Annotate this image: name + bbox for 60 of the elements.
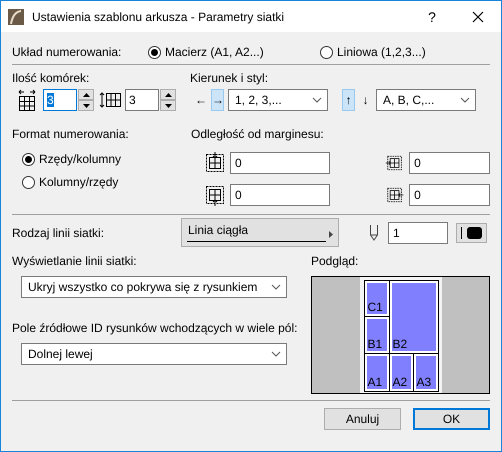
columns-grid-icon: [18, 89, 36, 111]
up-triangle-icon: [164, 92, 172, 96]
section-label: Format numerowania:: [12, 127, 130, 142]
style-dropdown[interactable]: A, B, C,...: [376, 89, 476, 111]
preview-cell: C1: [364, 280, 390, 317]
spin-up-button[interactable]: [160, 89, 176, 100]
dialog-button[interactable]: OK: [413, 408, 490, 430]
line-type-button[interactable]: Linia ciągła: [181, 218, 339, 247]
grid-display-dropdown[interactable]: Ukryj wszystko co pokrywa się z rysunkiem: [21, 276, 287, 298]
preview-cell: B2: [388, 280, 438, 354]
source-field-dropdown[interactable]: Dolnej lewej: [21, 343, 287, 365]
field-label: Układ numerowania:: [12, 45, 122, 59]
field-label: Wyświetlanie linii siatki:: [12, 254, 138, 269]
dialog-button[interactable]: Anuluj: [324, 408, 401, 430]
down-triangle-icon: [164, 104, 172, 108]
preview-cell: B1: [364, 316, 390, 354]
input-field[interactable]: 1: [388, 222, 448, 244]
spin-down-button[interactable]: [160, 100, 176, 111]
radio-button[interactable]: Kolumny/rzędy: [22, 171, 118, 193]
direction-toggle[interactable]: →: [211, 89, 224, 111]
spin-down-button[interactable]: [78, 100, 94, 111]
radio-button[interactable]: Macierz (A1, A2...): [148, 45, 320, 59]
window-title: Ustawienia szablonu arkusza - Parametry siatki: [32, 10, 284, 24]
down-triangle-icon: [82, 104, 90, 108]
chevron-down-icon: [460, 97, 470, 103]
section-label: Podgląd:: [311, 254, 360, 269]
close-icon: [472, 10, 484, 22]
field-label: Pole źródłowe ID rysunków wchodzących w wiele pól:: [12, 321, 298, 336]
radio-button[interactable]: Liniowa (1,2,3...): [320, 45, 426, 59]
direction-toggle[interactable]: ←: [194, 89, 207, 111]
section-label: Ilość komórek:: [12, 71, 90, 86]
section-label: Kierunek i styl:: [190, 71, 270, 86]
chevron-down-icon: [312, 97, 322, 103]
margin-top-icon: [203, 151, 227, 175]
input-field[interactable]: 0: [409, 152, 490, 174]
preview-cell: A2: [388, 353, 414, 392]
rows-grid-icon: [99, 92, 121, 108]
chevron-down-icon: [271, 284, 281, 290]
input-field[interactable]: 3: [43, 89, 77, 111]
input-field[interactable]: 0: [230, 184, 330, 206]
spin-up-button[interactable]: [78, 89, 94, 100]
help-button[interactable]: ?: [409, 2, 455, 32]
section-label: Odległość od marginesu:: [191, 127, 325, 142]
up-triangle-icon: [82, 92, 90, 96]
app-icon: [8, 8, 24, 24]
input-field[interactable]: 0: [230, 152, 330, 174]
preview-cell: A3: [412, 353, 438, 392]
input-field[interactable]: 3: [125, 89, 159, 111]
direction-toggle[interactable]: ↑: [342, 89, 355, 111]
margin-bottom-icon: [203, 183, 227, 207]
chevron-down-icon: [271, 351, 281, 357]
input-field[interactable]: 0: [409, 184, 490, 206]
right-triangle-icon: [329, 231, 333, 238]
radio-button[interactable]: Rzędy/kolumny: [22, 148, 122, 170]
style-dropdown[interactable]: 1, 2, 3,...: [228, 89, 328, 111]
preview-cell: A1: [364, 353, 390, 392]
pen-icon: [369, 224, 379, 240]
pen-color-button[interactable]: [456, 222, 487, 242]
field-label: Rodzaj linii siatki:: [12, 226, 106, 240]
direction-toggle[interactable]: ↓: [359, 89, 372, 111]
